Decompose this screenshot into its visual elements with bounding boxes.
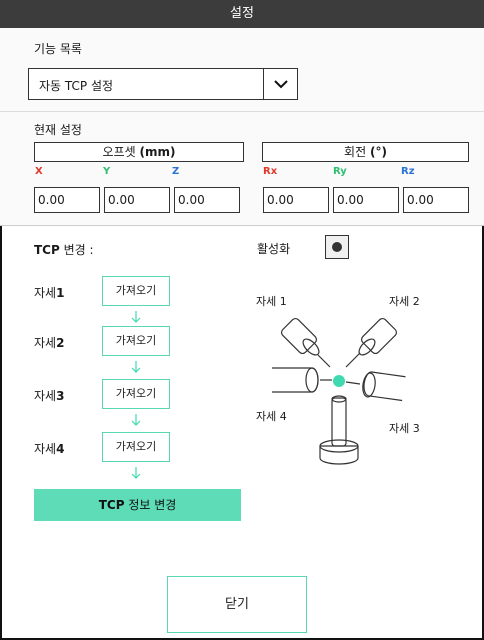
pose-4-fetch-button[interactable]: 가져오기: [102, 432, 170, 462]
diagram-pose-1-label: 자세 1: [256, 295, 287, 308]
pose-number: 4: [56, 442, 65, 456]
close-button[interactable]: 닫기: [167, 576, 307, 633]
axis-x-label: X: [35, 166, 43, 177]
pose-2-label: 자세2: [34, 334, 64, 351]
pose-1-label: 자세1: [34, 284, 64, 301]
pose-3-fetch-button[interactable]: 가져오기: [102, 379, 170, 409]
axis-rx-label: Rx: [263, 166, 278, 177]
tcp-change-label-bold: TCP: [34, 243, 60, 257]
function-list-label: 기능 목록: [34, 42, 82, 56]
arrow-down-icon: [131, 467, 141, 479]
axis-rz-label: Rz: [401, 166, 415, 177]
tcp-change-label-rest: 변경 :: [59, 243, 94, 257]
pose-label-text: 자세: [34, 336, 57, 350]
axis-y-label: Y: [103, 166, 111, 177]
active-toggle[interactable]: [325, 235, 349, 259]
pose-3-label: 자세3: [34, 387, 64, 404]
arrow-down-icon: [131, 414, 141, 426]
axis-ry-label: Ry: [333, 166, 347, 177]
tcp-point-marker: [333, 375, 345, 387]
value-y: 0.00: [104, 187, 170, 213]
function-select-value: 자동 TCP 설정: [39, 79, 114, 93]
value-z: 0.00: [174, 187, 240, 213]
axis-z-label: Z: [172, 166, 180, 177]
dialog-title: 설정: [0, 0, 484, 28]
offset-unit: (mm): [139, 145, 176, 159]
pose-number: 2: [56, 336, 65, 350]
offset-header-text: 오프셋: [102, 145, 136, 159]
pose-label-text: 자세: [34, 389, 57, 403]
pose-4-label: 자세4: [34, 440, 64, 457]
pose-number: 3: [56, 389, 65, 403]
arrow-down-icon: [131, 311, 141, 323]
value-rx: 0.00: [263, 187, 329, 213]
value-rz: 0.00: [403, 187, 469, 213]
tcp-info-change-bold: TCP: [98, 498, 125, 512]
arrow-down-icon: [131, 361, 141, 373]
pose-label-text: 자세: [34, 442, 57, 456]
value-x: 0.00: [34, 187, 100, 213]
pose-2-fetch-button[interactable]: 가져오기: [102, 326, 170, 356]
current-settings-section: 현재 설정 오프셋 (mm) 회전 (°) X Y Z Rx Ry Rz 0.0…: [0, 112, 484, 226]
tcp-pose-diagram: [272, 317, 406, 465]
rotation-header: 회전 (°): [262, 142, 469, 162]
tcp-info-change-rest: 정보 변경: [124, 498, 177, 512]
rotation-header-text: 회전: [344, 145, 367, 159]
pose-number: 1: [56, 286, 65, 300]
pose-label-text: 자세: [34, 286, 57, 300]
current-settings-label: 현재 설정: [34, 123, 82, 137]
dropdown-button[interactable]: [263, 69, 297, 99]
value-ry: 0.00: [333, 187, 399, 213]
rotation-unit: (°): [369, 145, 387, 159]
tcp-info-change-button[interactable]: TCP 정보 변경: [34, 489, 241, 521]
offset-header: 오프셋 (mm): [34, 142, 244, 162]
diagram-pose-2-label: 자세 2: [389, 295, 420, 308]
tcp-change-label: TCP 변경 :: [34, 241, 94, 258]
chevron-down-icon: [274, 80, 288, 89]
active-label: 활성화: [257, 242, 291, 256]
pose-1-fetch-button[interactable]: 가져오기: [102, 276, 170, 306]
function-select[interactable]: 자동 TCP 설정: [28, 68, 298, 100]
